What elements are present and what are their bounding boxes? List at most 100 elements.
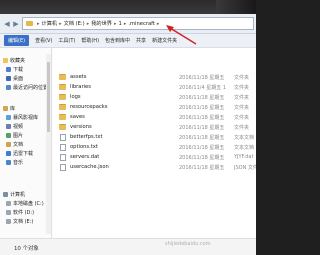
media-library-icon	[6, 114, 11, 120]
download-manager-icon	[6, 150, 11, 156]
drive-icon	[6, 209, 11, 215]
address-bar-row: ◀ ▶ ▸ 计算机 ▸ 文档 (E:) ▸ 我的世界 ▸ 1 ▸ .minecr…	[0, 14, 256, 34]
list-item[interactable]: logs 2016/11/18 星期五 文件夹	[53, 92, 256, 102]
sidebar-item-drive-d[interactable]: 软件 (D:)	[6, 208, 34, 216]
file-date: 2016/11/18 星期五	[179, 95, 225, 101]
file-type: 文本文档	[234, 145, 255, 151]
list-item[interactable]: saves 2016/11/18 星期五 文件夹	[53, 112, 256, 122]
list-item[interactable]: libraries 2016/11/4 星期五 1 文件夹	[53, 82, 256, 92]
drive-icon	[6, 218, 11, 224]
folder-icon	[59, 84, 66, 90]
document-icon	[6, 141, 11, 147]
file-date: 2016/11/18 星期五	[179, 145, 225, 151]
folder-icon	[59, 114, 66, 120]
sidebar-item-music[interactable]: 音乐	[6, 158, 23, 166]
file-name: resourcepacks	[70, 104, 108, 110]
sidebar-scrollbar[interactable]	[46, 54, 51, 234]
include-in-library-button[interactable]: 包含到库中	[105, 37, 130, 44]
sidebar-item-xunlei[interactable]: 迅雷下载	[6, 149, 33, 157]
file-type: 文件夹	[234, 115, 250, 121]
file-name: usercache.json	[70, 164, 109, 170]
chevron-right-icon: ▸	[156, 20, 160, 27]
list-item[interactable]: resourcepacks 2016/11/18 星期五 文件夹	[53, 102, 256, 112]
picture-icon	[6, 132, 11, 138]
breadcrumb-1[interactable]: 1	[119, 21, 122, 27]
file-date: 2016/11/18 星期五	[179, 115, 225, 121]
explorer-window: ◀ ▶ ▸ 计算机 ▸ 文档 (E:) ▸ 我的世界 ▸ 1 ▸ .minecr…	[0, 0, 256, 255]
sidebar-item-label: 库	[10, 105, 16, 112]
recent-places-icon	[6, 84, 11, 90]
sidebar-item-desktop[interactable]: 桌面	[6, 74, 23, 82]
sidebar-item-label: 下载	[13, 66, 24, 73]
sidebar-item-label: 桌面	[13, 75, 24, 82]
sidebar-item-label: 迅雷下载	[13, 150, 34, 157]
folder-icon	[59, 94, 66, 100]
file-type: YJYF.dat	[234, 154, 254, 160]
sidebar-item-label: 收藏夹	[10, 57, 26, 64]
sidebar-item-favorites[interactable]: 收藏夹	[3, 56, 25, 64]
file-date: 2016/11/4 星期五 1	[179, 85, 226, 91]
sidebar-item-pictures[interactable]: 图片	[6, 131, 23, 139]
list-item[interactable]: assets 2016/11/18 星期五 文件夹	[53, 72, 256, 82]
data-file-icon	[59, 153, 66, 161]
folder-icon	[59, 74, 66, 80]
chevron-right-icon: ▸	[37, 20, 40, 27]
chevron-right-icon: ▸	[86, 20, 90, 27]
menu-tools[interactable]: 工具(T)	[58, 37, 75, 44]
item-count: 10 个对象	[14, 246, 39, 252]
new-folder-button[interactable]: 新建文件夹	[152, 37, 177, 44]
address-bar[interactable]: ▸ 计算机 ▸ 文档 (E:) ▸ 我的世界 ▸ 1 ▸ .minecraft …	[22, 17, 254, 30]
menu-view[interactable]: 查看(V)	[35, 37, 52, 44]
file-name: betterfps.txt	[70, 134, 103, 140]
sidebar-item-downloads[interactable]: 下载	[6, 65, 23, 73]
status-bar: 10 个对象	[0, 238, 256, 255]
json-file-icon	[59, 163, 66, 171]
file-type: 文本文档	[234, 135, 255, 141]
sidebar-item-label: 暴风影视库	[13, 114, 39, 121]
sidebar-item-label: 本地磁盘 (C:)	[13, 200, 44, 207]
sidebar-item-documents[interactable]: 文档	[6, 140, 23, 148]
share-button[interactable]: 共享	[136, 37, 146, 44]
list-item[interactable]: usercache.json 2016/11/18 星期五 JSON 文件	[53, 162, 256, 172]
navigation-pane: 收藏夹 下载 桌面 最近访问的位置 库 暴风影视库 视频 图片 文档 迅雷下载 …	[0, 48, 52, 238]
file-date: 2016/11/18 星期五	[179, 75, 225, 81]
computer-icon	[3, 191, 8, 197]
menu-help[interactable]: 帮助(H)	[81, 37, 99, 44]
sidebar-item-computer[interactable]: 计算机	[3, 190, 25, 198]
sidebar-item-drive-e[interactable]: 文档 (E:)	[6, 217, 33, 225]
window-titlebar	[0, 0, 256, 14]
desktop-icon	[6, 75, 11, 81]
breadcrumb-computer[interactable]: 计算机	[42, 20, 58, 27]
breadcrumb-my-world[interactable]: 我的世界	[91, 20, 112, 27]
download-icon	[6, 66, 11, 72]
file-type: 文件夹	[234, 85, 250, 91]
sidebar-item-libraries[interactable]: 库	[3, 104, 15, 112]
list-item[interactable]: options.txt 2016/11/18 星期五 文本文档	[53, 142, 256, 152]
sidebar-item-label: 图片	[13, 132, 24, 139]
file-date: 2016/11/18 星期五	[179, 165, 225, 171]
sidebar-item-drive-c[interactable]: 本地磁盘 (C:)	[6, 199, 44, 207]
sidebar-item-label: 软件 (D:)	[13, 209, 35, 216]
sidebar-item-recent[interactable]: 最近访问的位置	[6, 83, 48, 91]
sidebar-item-baofeng[interactable]: 暴风影视库	[6, 113, 38, 121]
breadcrumb-drive-e[interactable]: 文档 (E:)	[64, 20, 85, 27]
sidebar-item-videos[interactable]: 视频	[6, 122, 23, 130]
scrollbar-thumb[interactable]	[47, 62, 50, 132]
file-type: 文件夹	[234, 125, 250, 131]
breadcrumb-minecraft[interactable]: .minecraft	[128, 21, 155, 27]
file-type: 文件夹	[234, 105, 250, 111]
chevron-right-icon: ▸	[59, 20, 62, 27]
watermark: shijiedebaidu.com	[165, 241, 211, 247]
file-name: servers.dat	[70, 154, 100, 160]
sidebar-item-label: 视频	[13, 123, 24, 130]
file-name: saves	[70, 114, 85, 120]
list-item[interactable]: versions 2016/11/18 星期五 文件夹	[53, 122, 256, 132]
forward-arrow-icon[interactable]: ▶	[11, 18, 21, 29]
chevron-right-icon: ▸	[123, 20, 127, 27]
sidebar-item-label: 计算机	[10, 191, 26, 198]
menu-edit[interactable]: 编辑(E)	[4, 35, 30, 46]
file-date: 2016/11/18 星期五	[179, 125, 225, 131]
list-item[interactable]: servers.dat 2016/11/18 星期五 YJYF.dat	[53, 152, 256, 162]
file-name: logs	[70, 94, 81, 100]
list-item[interactable]: betterfps.txt 2016/11/18 星期五 文本文档	[53, 132, 256, 142]
